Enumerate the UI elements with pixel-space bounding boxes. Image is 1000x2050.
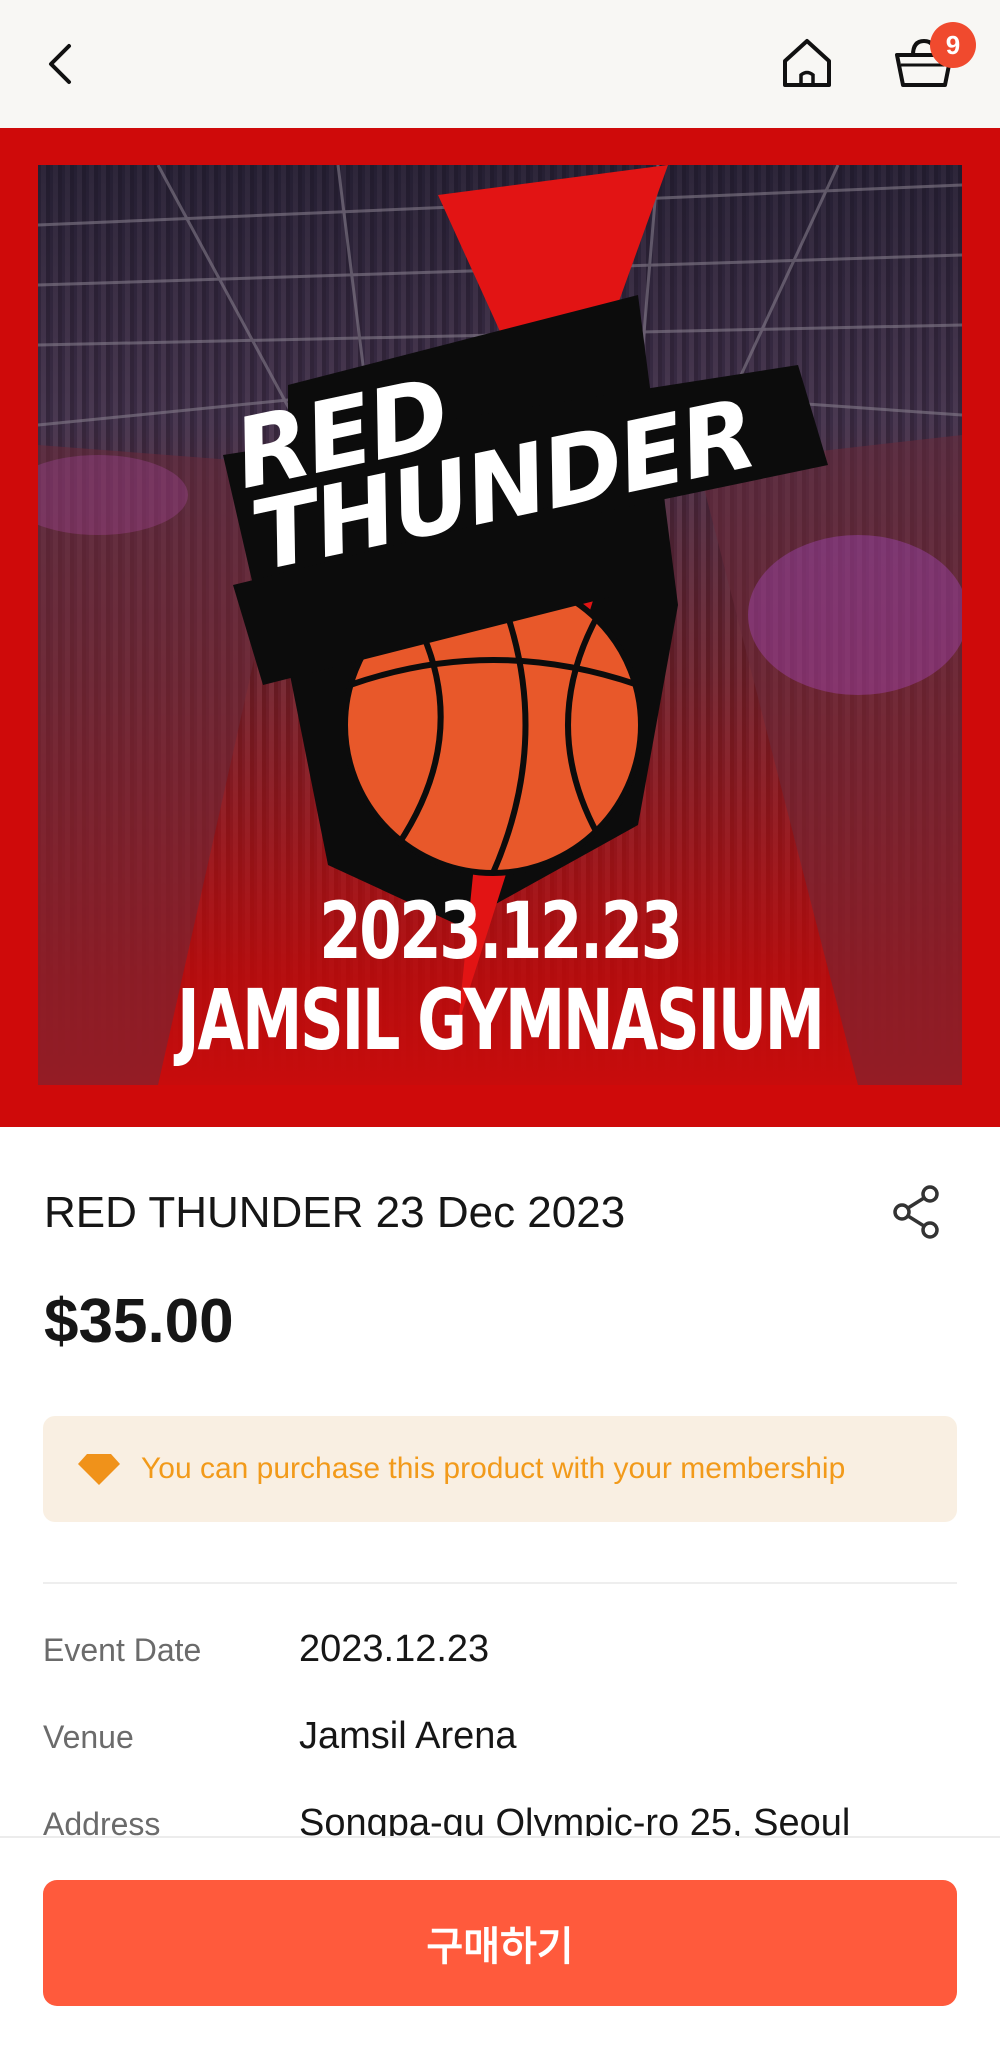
poster-venue: JAMSIL GYMNASIUM xyxy=(177,971,825,1069)
detail-row-venue: Venue Jamsil Arena xyxy=(43,1715,957,1802)
event-poster-image: RED THUNDER 2023.12.23 JAMSIL GYMNASIUM xyxy=(38,165,962,1085)
product-title: RED THUNDER 23 Dec 2023 xyxy=(44,1188,626,1237)
home-icon xyxy=(783,39,831,87)
home-button[interactable] xyxy=(774,30,840,96)
share-icon xyxy=(893,1185,939,1239)
purchase-button[interactable]: 구매하기 xyxy=(43,1880,957,2006)
top-app-bar: 9 xyxy=(0,0,1000,128)
bottom-action-bar: 구매하기 xyxy=(0,1836,1000,2050)
product-image-frame: RED THUNDER 2023.12.23 JAMSIL GYMNASIUM xyxy=(0,128,1000,1127)
back-button[interactable] xyxy=(36,34,84,94)
detail-value: 2023.12.23 xyxy=(299,1628,490,1670)
product-title-row: RED THUNDER 23 Dec 2023 xyxy=(44,1180,956,1250)
chevron-left-icon xyxy=(49,44,71,84)
product-price: $35.00 xyxy=(44,1287,234,1356)
membership-notice: You can purchase this product with your … xyxy=(43,1416,957,1522)
section-divider xyxy=(43,1582,957,1584)
poster-date: 2023.12.23 xyxy=(319,887,683,977)
share-button[interactable] xyxy=(884,1180,948,1244)
cart-count-badge: 9 xyxy=(930,22,976,68)
detail-value: Jamsil Arena xyxy=(299,1715,517,1757)
detail-row-event-date: Event Date 2023.12.23 xyxy=(43,1628,957,1715)
membership-notice-text: You can purchase this product with your … xyxy=(141,1452,846,1485)
diamond-icon xyxy=(78,1454,120,1485)
detail-label: Venue xyxy=(43,1719,134,1755)
detail-label: Event Date xyxy=(43,1632,202,1668)
